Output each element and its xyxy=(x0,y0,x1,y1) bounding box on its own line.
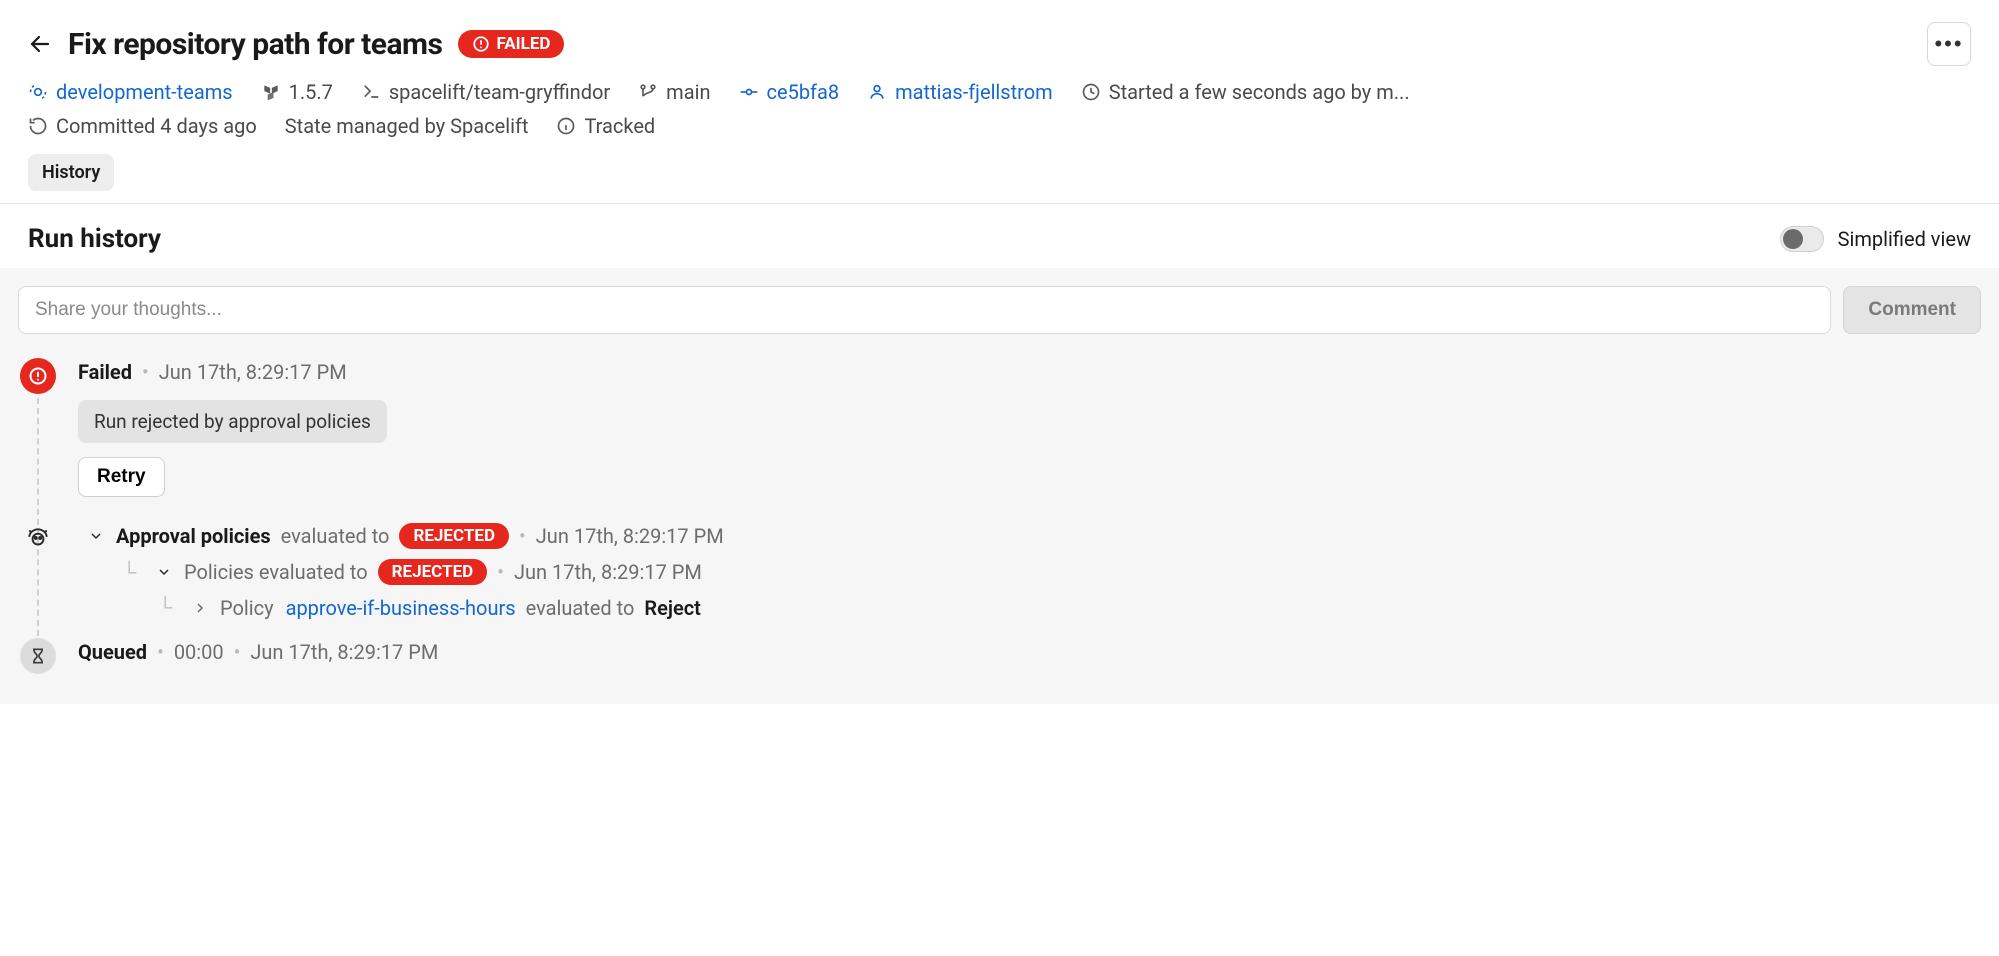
queued-marker-icon xyxy=(20,638,56,674)
status-badge-text: FAILED xyxy=(496,34,550,54)
branch-text: main xyxy=(666,80,710,104)
page-header: Fix repository path for teams FAILED •••… xyxy=(0,0,1999,204)
chevron-down-icon[interactable] xyxy=(154,562,174,582)
approval-row: Approval policies evaluated to REJECTED … xyxy=(78,523,1981,549)
chevron-down-icon[interactable] xyxy=(86,526,106,546)
policy-prefix: Policy xyxy=(220,596,274,620)
user-link[interactable]: mattias-fjellstrom xyxy=(867,80,1053,104)
repo-text: spacelift/team-gryffindor xyxy=(389,80,610,104)
approval-result-badge: REJECTED xyxy=(399,523,509,549)
chevron-right-icon[interactable] xyxy=(190,598,210,618)
failed-label: Failed xyxy=(78,360,132,384)
commit-text: ce5bfa8 xyxy=(767,80,840,104)
policies-result-badge: REJECTED xyxy=(378,559,488,585)
dot-icon: • xyxy=(519,524,526,548)
stack-link[interactable]: development-teams xyxy=(28,80,233,104)
policies-label: Policies evaluated to xyxy=(184,560,368,584)
commit-link[interactable]: ce5bfa8 xyxy=(739,80,840,104)
tracked-text: Tracked xyxy=(584,114,655,138)
approval-evalto: evaluated to xyxy=(281,524,390,548)
tracked-item: Tracked xyxy=(556,114,655,138)
repo-item: spacelift/team-gryffindor xyxy=(361,80,610,104)
tab-history[interactable]: History xyxy=(28,154,114,191)
state-managed-text: State managed by Spacelift xyxy=(285,114,529,138)
timeline-node-failed: Failed • Jun 17th, 8:29:17 PM Run reject… xyxy=(78,360,1981,497)
meta-row-1: development-teams 1.5.7 spacelift/team-g… xyxy=(28,80,1971,104)
queued-header: Queued • 00:00 • Jun 17th, 8:29:17 PM xyxy=(78,640,1981,664)
version-text: 1.5.7 xyxy=(289,80,333,104)
failed-time: Jun 17th, 8:29:17 PM xyxy=(159,360,347,384)
started-text: Started a few seconds ago by m... xyxy=(1109,80,1410,104)
committed-item: Committed 4 days ago xyxy=(28,114,257,138)
retry-button[interactable]: Retry xyxy=(78,457,165,497)
policies-time: Jun 17th, 8:29:17 PM xyxy=(514,560,702,584)
timeline-node-approval: Approval policies evaluated to REJECTED … xyxy=(78,523,1981,620)
approval-label: Approval policies xyxy=(116,524,271,548)
dot-icon: • xyxy=(157,640,164,664)
section-bar: Run history Simplified view xyxy=(0,204,1999,268)
section-title: Run history xyxy=(28,224,161,254)
approval-marker-icon xyxy=(23,523,53,553)
tree-connector-icon: └ xyxy=(122,560,144,585)
simplified-view-toggle-wrap: Simplified view xyxy=(1780,226,1971,252)
policy-evalto: evaluated to xyxy=(526,596,635,620)
simplified-view-toggle[interactable] xyxy=(1780,226,1824,252)
queued-duration: 00:00 xyxy=(174,640,224,664)
comment-input[interactable] xyxy=(18,286,1831,334)
failed-marker-icon xyxy=(20,358,56,394)
stack-name: development-teams xyxy=(56,80,233,104)
title-row: Fix repository path for teams FAILED ••• xyxy=(28,22,1971,66)
version-item: 1.5.7 xyxy=(261,80,333,104)
content-area: Comment Failed • Jun 17th, 8:29:17 PM Ru… xyxy=(0,268,1999,704)
queued-label: Queued xyxy=(78,640,147,664)
tree-connector-icon: └ xyxy=(158,595,180,620)
branch-item: main xyxy=(638,80,710,104)
failed-header: Failed • Jun 17th, 8:29:17 PM xyxy=(78,360,1981,384)
status-badge: FAILED xyxy=(458,30,564,58)
timeline-node-queued: Queued • 00:00 • Jun 17th, 8:29:17 PM xyxy=(78,640,1981,664)
state-managed-item: State managed by Spacelift xyxy=(285,114,529,138)
approval-time: Jun 17th, 8:29:17 PM xyxy=(536,524,724,548)
dot-icon: • xyxy=(234,640,241,664)
policy-result: Reject xyxy=(644,596,700,620)
dot-icon: • xyxy=(142,360,149,384)
committed-text: Committed 4 days ago xyxy=(56,114,257,138)
back-arrow-icon[interactable] xyxy=(28,32,52,56)
policy-name-link[interactable]: approve-if-business-hours xyxy=(286,596,516,620)
user-text: mattias-fjellstrom xyxy=(895,80,1053,104)
policies-row: └ Policies evaluated to REJECTED • Jun 1… xyxy=(78,559,1981,585)
queued-time: Jun 17th, 8:29:17 PM xyxy=(250,640,438,664)
policy-row: └ Policy approve-if-business-hours evalu… xyxy=(78,595,1981,620)
started-item: Started a few seconds ago by m... xyxy=(1081,80,1410,104)
more-menu-button[interactable]: ••• xyxy=(1927,22,1971,66)
page-title: Fix repository path for teams xyxy=(68,27,442,62)
timeline: Failed • Jun 17th, 8:29:17 PM Run reject… xyxy=(18,360,1981,664)
failed-reason-chip: Run rejected by approval policies xyxy=(78,400,387,443)
dot-icon: • xyxy=(497,560,504,584)
comment-button[interactable]: Comment xyxy=(1843,286,1981,334)
meta-row-2: Committed 4 days ago State managed by Sp… xyxy=(28,114,1971,138)
comment-row: Comment xyxy=(18,286,1981,334)
simplified-view-label: Simplified view xyxy=(1838,227,1971,251)
